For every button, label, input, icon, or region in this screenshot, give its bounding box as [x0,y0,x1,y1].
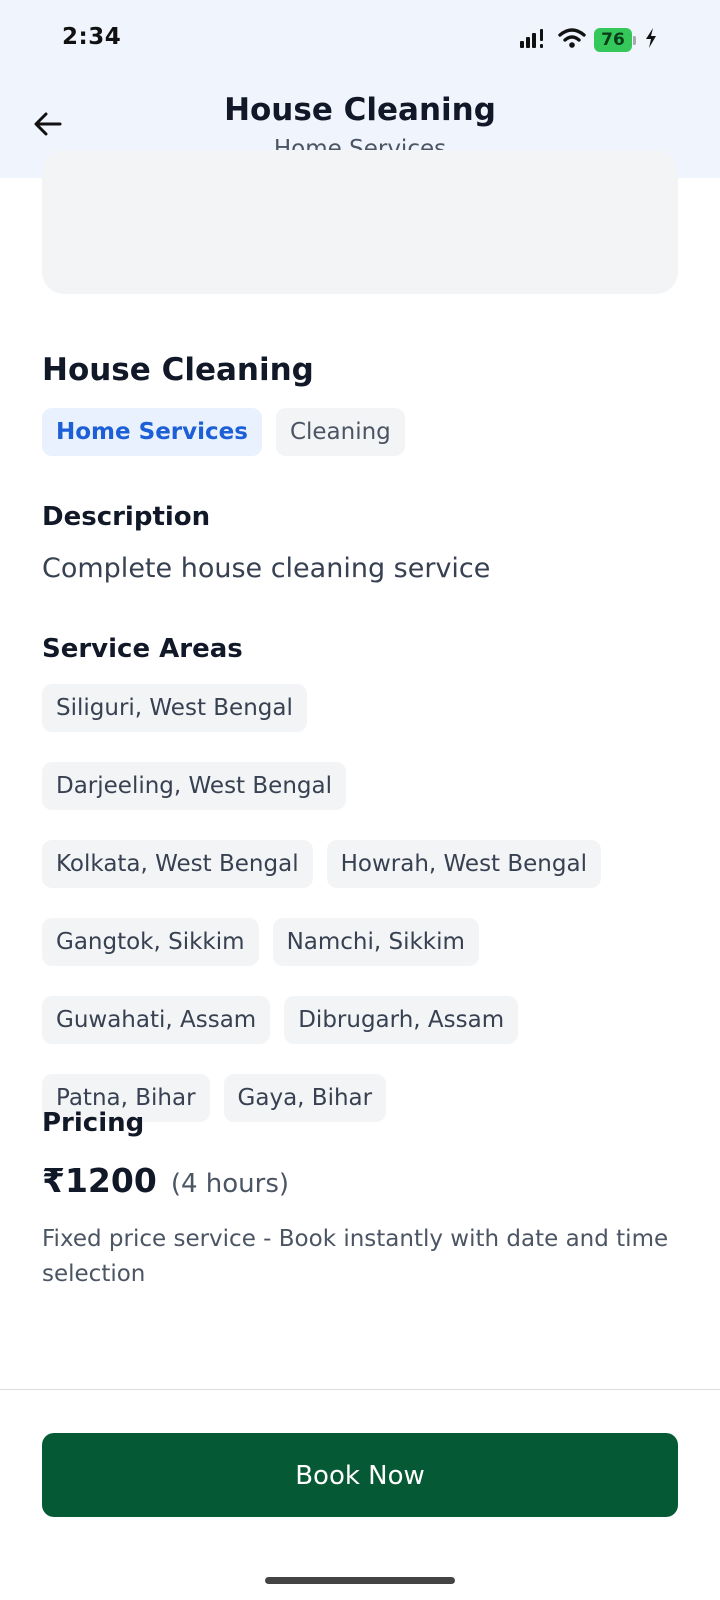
charging-bolt-icon [644,27,658,53]
service-area-chip: Namchi, Sikkim [272,918,479,966]
page-title: House Cleaning [224,92,496,128]
description-text: Complete house cleaning service [42,553,491,584]
service-area-chip: Kolkata, West Bengal [42,840,313,888]
service-area-chip: Guwahati, Assam [42,996,271,1044]
status-icons: 76 [520,26,658,54]
category-tag: Home Services [42,408,262,456]
pricing-heading: Pricing [42,1108,145,1138]
wifi-icon [558,27,586,53]
service-area-chip: Darjeeling, West Bengal [42,762,346,810]
price-row: ₹1200 (4 hours) [42,1161,289,1200]
price-amount: ₹1200 [42,1161,157,1200]
cellular-signal-icon [520,26,550,54]
status-time: 2:34 [62,24,122,50]
status-bar: 2:34 76 [0,0,720,80]
service-area-chip: Gangtok, Sikkim [42,918,259,966]
footer-divider [0,1389,720,1390]
service-areas-heading: Service Areas [42,634,243,664]
service-area-chip: Dibrugarh, Assam [284,996,519,1044]
pricing-note: Fixed price service - Book instantly wit… [42,1226,669,1287]
service-area-chip: Howrah, West Bengal [326,840,601,888]
battery-cap [633,35,636,45]
book-now-button[interactable]: Book Now [42,1433,678,1517]
subcategory-tag: Cleaning [275,408,405,456]
service-title: House Cleaning [42,352,314,388]
description-heading: Description [42,502,211,532]
service-tags: Home Services Cleaning [42,408,405,456]
service-image-placeholder [42,150,678,294]
battery-indicator: 76 [594,28,636,52]
service-area-chip: Gaya, Bihar [223,1074,387,1122]
service-areas-list: Siliguri, West Bengal Darjeeling, West B… [42,684,682,1122]
service-area-chip: Siliguri, West Bengal [42,684,307,732]
battery-level: 76 [594,28,632,52]
price-duration: (4 hours) [170,1169,290,1199]
home-indicator[interactable] [265,1577,455,1584]
